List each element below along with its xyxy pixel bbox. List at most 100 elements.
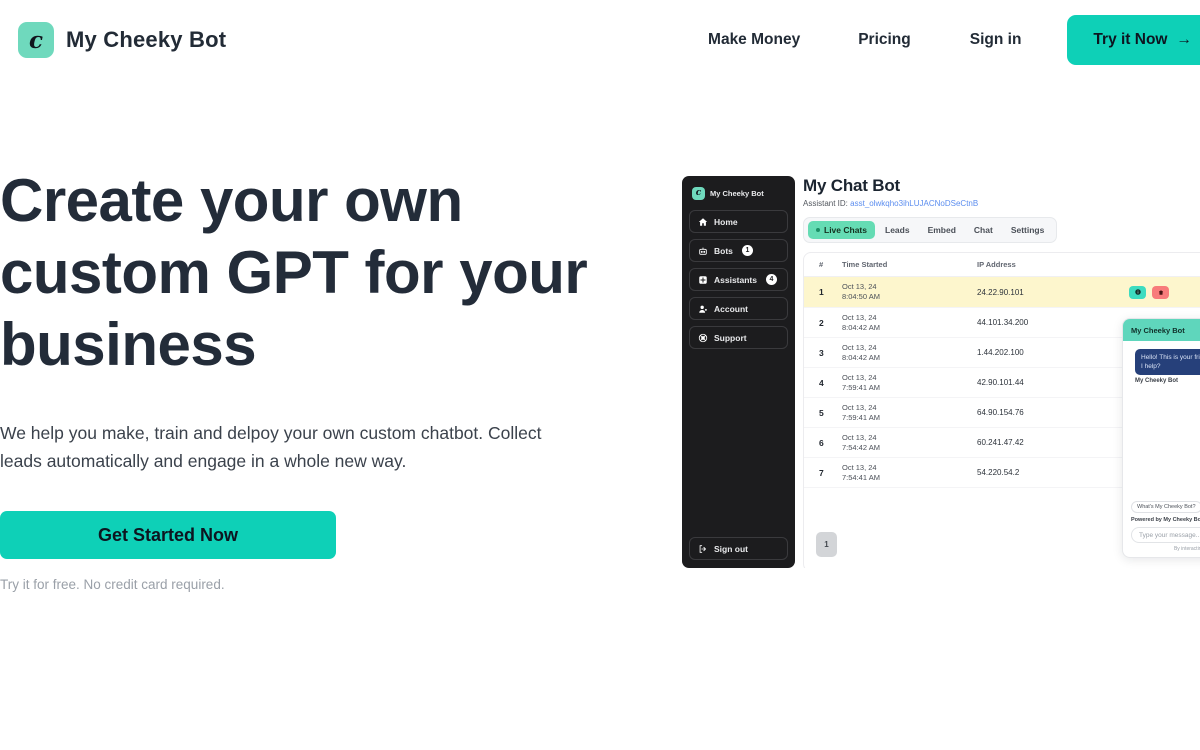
row-time: 8:04:42 AM: [842, 352, 880, 362]
row-date: Oct 13, 24: [842, 312, 877, 322]
column-header-time-started: Time Started: [842, 260, 888, 269]
lifebuoy-icon: [698, 333, 708, 342]
chat-message-input[interactable]: Type your message...: [1131, 527, 1200, 543]
row-time: 7:59:41 AM: [842, 412, 880, 422]
sidebar-item-assistants[interactable]: Assistants 4: [689, 268, 788, 291]
row-time-started: Oct 13, 24 7:59:41 AM: [842, 373, 977, 393]
row-delete-button[interactable]: [1152, 285, 1169, 299]
row-number: 3: [819, 347, 824, 358]
chat-widget-header: My Cheeky Bot: [1123, 319, 1200, 341]
sidebar-item-account[interactable]: Account: [689, 297, 788, 320]
nav-link-make-money[interactable]: Make Money: [708, 31, 800, 49]
row-time: 7:54:42 AM: [842, 442, 880, 452]
pagination-page-1[interactable]: 1: [816, 532, 837, 557]
chat-widget-footer: What's My Cheeky Bot? H Powered by My Ch…: [1123, 495, 1200, 557]
home-icon: [698, 217, 708, 226]
logo-icon: c: [692, 187, 705, 200]
app-tabbar: Live Chats Leads Embed Chat Settings: [803, 217, 1058, 243]
row-ip-address: 1.44.202.100: [977, 348, 1024, 357]
assistant-id-label: Assistant ID:: [803, 199, 848, 208]
page-title: Create your own custom GPT for your busi…: [0, 167, 588, 378]
row-ip-address: 44.101.34.200: [977, 318, 1029, 327]
tab-leads[interactable]: Leads: [877, 221, 918, 239]
sidebar-item-bots[interactable]: Bots 1: [689, 239, 788, 262]
sign-out-label: Sign out: [714, 543, 748, 554]
chat-bot-name: My Cheeky Bot: [1135, 378, 1179, 384]
landing-page: c My Cheeky Bot Make Money Pricing Sign …: [0, 0, 1200, 750]
row-time: 8:04:42 AM: [842, 322, 880, 332]
top-navbar: c My Cheeky Bot Make Money Pricing Sign …: [0, 0, 1200, 80]
row-number: 1: [819, 287, 824, 297]
sidebar-item-label: Support: [714, 332, 747, 343]
app-sidebar: c My Cheeky Bot Home Bots 1 Assistants 4…: [682, 176, 795, 568]
row-ip-address: 24.22.90.101: [977, 287, 1024, 297]
row-date: Oct 13, 24: [842, 282, 877, 291]
tab-embed[interactable]: Embed: [920, 221, 964, 239]
row-time-started: Oct 13, 24 8:04:42 AM: [842, 343, 977, 363]
row-ip-address: 54.220.54.2: [977, 468, 1020, 477]
sidebar-badge-assistants: 4: [766, 274, 777, 285]
brand-name: My Cheeky Bot: [66, 27, 227, 52]
status-dot-icon: [816, 228, 820, 232]
sidebar-item-home[interactable]: Home: [689, 210, 788, 233]
app-title: My Chat Bot: [803, 176, 900, 195]
try-it-now-button[interactable]: Try it Now →: [1067, 15, 1200, 65]
tab-live-chats[interactable]: Live Chats: [808, 221, 875, 239]
chat-suggestion-chip[interactable]: What's My Cheeky Bot?: [1131, 501, 1200, 513]
nav-links: Make Money Pricing Sign in Try it Now →: [708, 0, 1200, 80]
row-actions: [1129, 285, 1200, 299]
row-time: 8:04:50 AM: [842, 292, 880, 301]
sidebar-item-support[interactable]: Support: [689, 326, 788, 349]
row-date: Oct 13, 24: [842, 432, 877, 442]
row-number: 2: [819, 317, 824, 328]
row-time-started: Oct 13, 24 8:04:50 AM: [842, 282, 977, 302]
table-header-row: # Time Started IP Address: [804, 253, 1200, 277]
row-ip-address: 42.90.101.44: [977, 378, 1024, 387]
assistant-icon: [699, 275, 707, 284]
sidebar-badge-bots: 1: [741, 245, 753, 256]
chat-powered-by: Powered by My Cheeky Bot: [1131, 517, 1200, 523]
sidebar-item-label: Account: [714, 303, 748, 314]
row-ip-address: 60.241.47.42: [977, 438, 1024, 447]
brand-logo[interactable]: c My Cheeky Bot: [18, 22, 226, 58]
get-started-button[interactable]: Get Started Now: [0, 511, 336, 559]
nav-link-pricing[interactable]: Pricing: [858, 31, 911, 49]
chat-disclaimer: By interacting, you ag: [1173, 546, 1200, 552]
row-number: 7: [819, 467, 824, 478]
trash-icon: [1158, 289, 1163, 295]
assistant-id-value[interactable]: asst_olwkqho3ihLUJACNoDSeCtnB: [850, 199, 978, 208]
row-time-started: Oct 13, 24 7:59:41 AM: [842, 403, 977, 423]
row-date: Oct 13, 24: [842, 462, 877, 472]
sidebar-item-label: Assistants: [714, 274, 757, 285]
app-sidebar-brand: c My Cheeky Bot: [689, 184, 788, 210]
arrow-right-icon: →: [1176, 31, 1193, 48]
row-date: Oct 13, 24: [842, 402, 877, 412]
app-sidebar-brand-label: My Cheeky Bot: [710, 189, 764, 198]
table-row[interactable]: 1 Oct 13, 24 8:04:50 AM 24.22.90.101: [804, 277, 1200, 308]
hero-subheadline: We help you make, train and delpoy your …: [0, 423, 542, 471]
row-info-button[interactable]: [1129, 285, 1146, 299]
row-time-started: Oct 13, 24 7:54:41 AM: [842, 463, 977, 483]
row-number: 5: [819, 407, 824, 418]
chat-bot-message: Hello! This is your friendly bot, how ca…: [1135, 349, 1200, 375]
row-time: 7:54:41 AM: [842, 472, 880, 482]
sign-out-button[interactable]: Sign out: [689, 537, 788, 560]
chat-suggestions: What's My Cheeky Bot? H: [1131, 501, 1200, 513]
nav-link-sign-in[interactable]: Sign in: [970, 31, 1022, 49]
cta-note: Try it for free. No credit card required…: [0, 577, 225, 592]
row-number: 4: [819, 377, 824, 388]
row-date: Oct 13, 24: [842, 372, 877, 382]
chat-widget: My Cheeky Bot Hello! This is your friend…: [1122, 318, 1200, 558]
logo-icon: c: [18, 22, 54, 58]
info-icon: [1134, 289, 1141, 295]
row-time-started: Oct 13, 24 7:54:42 AM: [842, 433, 977, 453]
tab-chat[interactable]: Chat: [966, 221, 1001, 239]
row-ip-address: 64.90.154.76: [977, 408, 1024, 417]
row-number: 6: [819, 437, 824, 448]
assistant-id-row: Assistant ID: asst_olwkqho3ihLUJACNoDSeC…: [803, 199, 1200, 208]
column-header-ip-address: IP Address: [977, 260, 1016, 269]
user-icon: [699, 305, 707, 313]
tab-settings[interactable]: Settings: [1003, 221, 1053, 239]
sign-out-icon: [699, 544, 707, 553]
row-date: Oct 13, 24: [842, 342, 877, 352]
